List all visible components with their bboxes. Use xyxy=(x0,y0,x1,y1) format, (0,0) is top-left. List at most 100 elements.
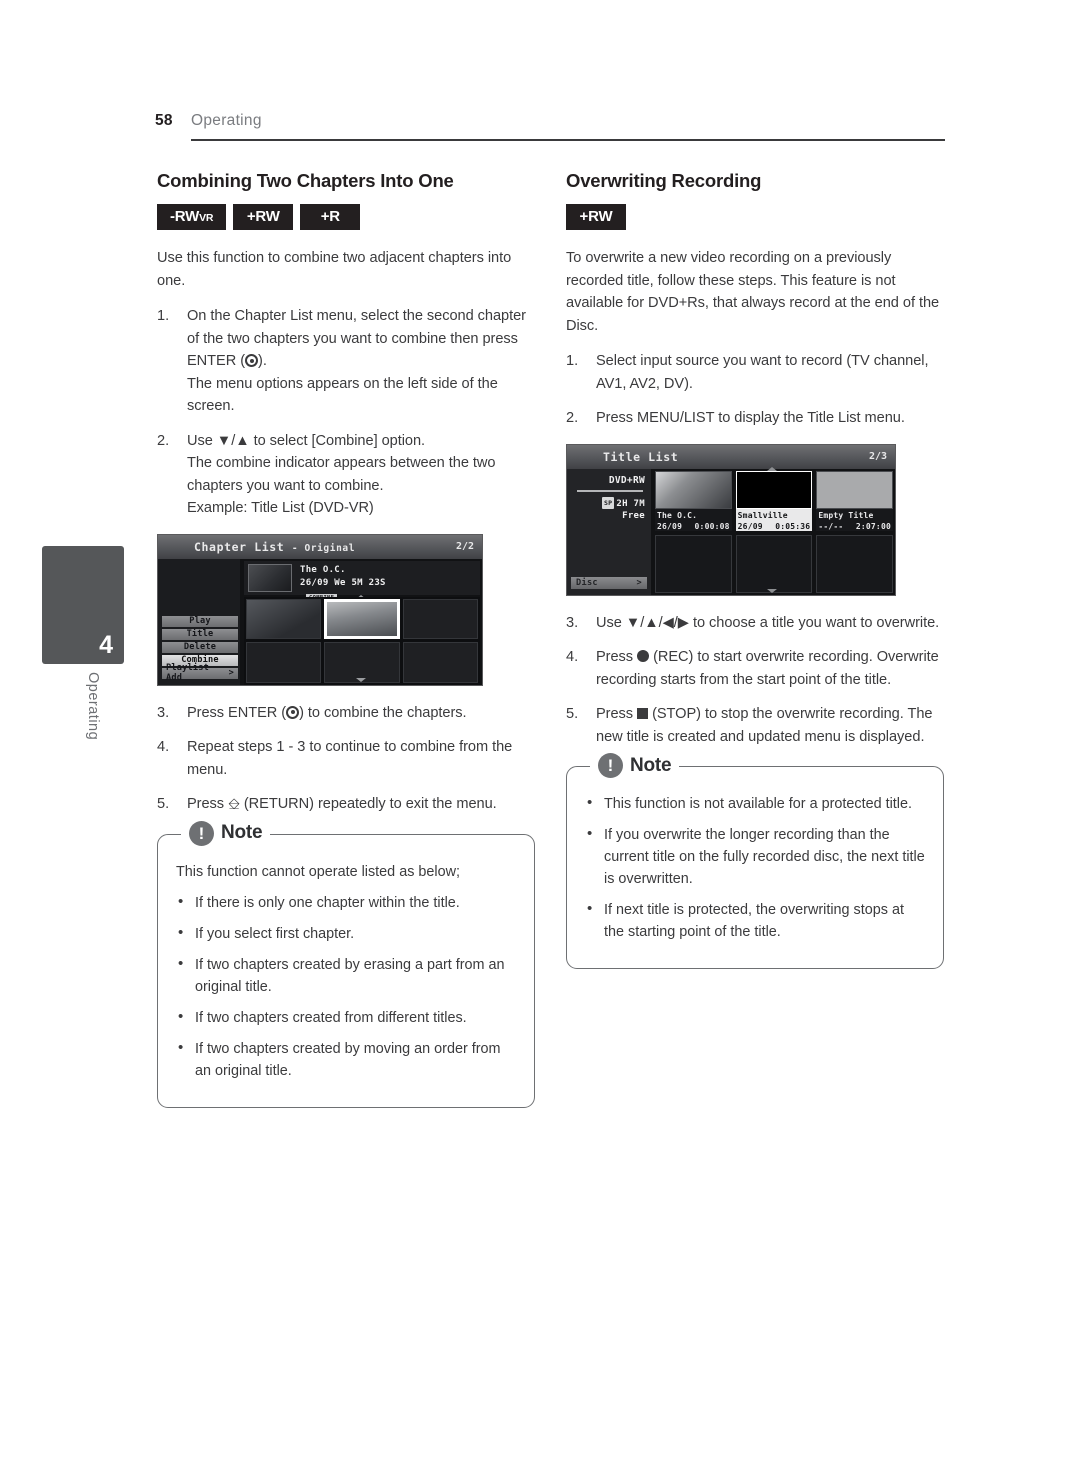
left-step-2-text-a: Use ▼/▲ to select [Combine] option. xyxy=(187,432,426,449)
left-steps-list: 1. On the Chapter List menu, select the … xyxy=(157,305,535,520)
right-step-4-number: 4. xyxy=(566,649,579,665)
right-note-box: ! Note This function is not available fo… xyxy=(566,753,944,969)
menu-item-playlist-add[interactable]: Playlist Add > xyxy=(162,663,238,683)
header-section-label: Operating xyxy=(191,112,262,129)
title-cell-1-label: The O.C. 26/09 0:00:08 xyxy=(655,510,732,532)
chapter-tab-label: Operating xyxy=(85,672,101,741)
right-note-bullet-1: This function is not available for a pro… xyxy=(585,792,925,815)
disc-badge-rwvr-main: -RW xyxy=(170,208,200,225)
menu-item-delete[interactable]: Delete xyxy=(162,641,238,653)
right-note-bullets: This function is not available for a pro… xyxy=(585,792,925,943)
note-exclamation-icon: ! xyxy=(189,820,214,846)
header-divider xyxy=(191,139,945,141)
title-cell-2-thumbnail xyxy=(735,470,813,509)
left-step-5: 5. Press ⎒ (RETURN) repeatedly to exit t… xyxy=(157,793,535,816)
left-step-1: 1. On the Chapter List menu, select the … xyxy=(157,305,535,418)
menu-item-title[interactable]: Title xyxy=(162,628,238,640)
right-note-bullet-2: If you overwrite the longer recording th… xyxy=(585,823,925,890)
left-note-box: ! Note This function cannot operate list… xyxy=(157,820,535,1108)
left-intro-paragraph: Use this function to combine two adjacen… xyxy=(157,250,512,289)
scroll-down-caret-icon[interactable] xyxy=(356,677,366,682)
chapter-thumb-2-selected[interactable] xyxy=(324,598,400,639)
chapter-thumb-5[interactable] xyxy=(324,642,400,683)
chapter-thumb-4[interactable] xyxy=(246,642,322,683)
title-cell-3[interactable]: Empty Title --/-- 2:07:00 xyxy=(816,470,893,532)
title-cell-3-time: 2:07:00 xyxy=(855,521,891,531)
title-cell-1-time: 0:00:08 xyxy=(694,521,730,531)
right-column: Overwriting Recording +RW To overwrite a… xyxy=(566,170,944,969)
right-steps-list: 1. Select input source you want to recor… xyxy=(566,350,944,430)
title-scroll-down-caret-icon[interactable] xyxy=(767,588,777,593)
left-note-title: Note xyxy=(221,822,263,843)
title-list-page-indicator: 2/3 xyxy=(868,450,887,462)
title-list-grid: The O.C. 26/09 0:00:08 Smallville 26/09 … xyxy=(655,470,893,593)
disc-badge-rwvr-sub: VR xyxy=(199,212,214,224)
chapter-list-info-bar: The O.C. 26/09 We 5M 23S xyxy=(244,560,480,595)
menu-item-playlist-add-label: Playlist Add xyxy=(166,663,209,684)
left-note-bullet-2: If you select first chapter. xyxy=(176,922,516,945)
title-cell-2-meta: 26/09 0:05:36 xyxy=(738,521,813,532)
left-column: Combining Two Chapters Into One -RW VR +R… xyxy=(157,170,535,1108)
title-cell-1[interactable]: The O.C. 26/09 0:00:08 xyxy=(655,470,732,532)
left-step-1-number: 1. xyxy=(157,308,170,324)
disc-free-time: 2H 7M xyxy=(616,498,645,509)
title-cell-1-date: 26/09 xyxy=(657,521,683,531)
disc-badge-plusrw-main: +RW xyxy=(246,208,280,225)
left-disc-badges: -RW VR +RW +R xyxy=(157,204,535,230)
chapter-thumb-1[interactable] xyxy=(246,598,322,639)
left-step-3-text-b: ) to combine the chapters. xyxy=(299,704,467,721)
disc-badge-rwvr: -RW VR xyxy=(157,204,227,230)
chapter-list-info-title: The O.C. xyxy=(300,564,346,575)
title-cell-2-label: Smallville 26/09 0:05:36 xyxy=(736,510,813,532)
chapter-thumb-3[interactable] xyxy=(402,598,478,639)
right-step-2-text: Press MENU/LIST to display the Title Lis… xyxy=(596,410,905,426)
return-button-icon: ⎒ xyxy=(228,795,240,813)
left-note-bullet-4: If two chapters created from different t… xyxy=(176,1006,516,1029)
title-list-screenshot: Title List 2/3 DVD+RW SP 2H 7M Free Disc … xyxy=(566,443,896,596)
menu-item-play[interactable]: Play xyxy=(162,615,238,627)
disc-free-line2: Free xyxy=(622,510,645,521)
title-cell-2-name: Smallville xyxy=(737,510,788,520)
disc-type-label: DVD+RW xyxy=(608,474,645,486)
chapter-list-title-main: Chapter List xyxy=(194,539,285,554)
left-step-5-text-b: (RETURN) repeatedly to exit the menu. xyxy=(239,796,497,812)
right-steps-list-continued: 3. Use ▼/▲/◀/▶ to choose a title you wan… xyxy=(566,612,944,749)
right-step-5-text-a: Press xyxy=(596,706,638,722)
page-header: 58 Operating xyxy=(155,112,945,146)
left-step-2: 2. Use ▼/▲ to select [Combine] option. T… xyxy=(157,430,535,520)
title-cell-3-label: Empty Title --/-- 2:07:00 xyxy=(816,510,893,532)
right-disc-badges: +RW xyxy=(566,204,944,230)
left-step-2-text-b: The combine indicator appears between th… xyxy=(187,455,496,494)
title-cell-5-empty[interactable] xyxy=(735,534,813,593)
chapter-list-title-suffix: - Original xyxy=(291,542,356,554)
title-list-side-panel: DVD+RW SP 2H 7M Free Disc > xyxy=(567,468,651,595)
title-cell-1-name: The O.C. xyxy=(657,510,698,520)
title-cell-3-thumbnail xyxy=(816,470,893,509)
chapter-list-context-menu: Play Title Delete Combine Playlist Add > xyxy=(162,615,238,683)
title-list-title: Title List xyxy=(603,449,679,464)
chapter-thumb-6[interactable] xyxy=(402,642,478,683)
page-number: 58 xyxy=(155,112,173,129)
right-step-3-text: Use ▼/▲/◀/▶ to choose a title you want t… xyxy=(596,614,940,631)
left-note-bullet-5: If two chapters created by moving an ord… xyxy=(176,1037,516,1082)
title-cell-1-meta: 26/09 0:00:08 xyxy=(657,521,732,532)
left-step-2-text-c: Example: Title List (DVD-VR) xyxy=(187,500,374,516)
title-cell-6-empty[interactable] xyxy=(816,534,893,593)
right-step-5: 5. Press (STOP) to stop the overwrite re… xyxy=(566,703,944,748)
disc-menu-button[interactable]: Disc > xyxy=(571,576,647,589)
right-step-1: 1. Select input source you want to recor… xyxy=(566,350,944,395)
title-cell-4-empty[interactable] xyxy=(655,534,732,593)
chapter-tab-number: 4 xyxy=(99,631,113,659)
right-note-body: This function is not available for a pro… xyxy=(566,766,944,969)
left-step-2-number: 2. xyxy=(157,432,170,449)
title-cell-2-selected[interactable]: Smallville 26/09 0:05:36 xyxy=(735,470,813,532)
title-cell-3-meta: --/-- 2:07:00 xyxy=(818,521,893,532)
left-step-3-text-a: Press ENTER ( xyxy=(187,704,287,721)
left-step-1-text-a: On the Chapter List menu, select the sec… xyxy=(187,308,526,369)
stop-button-icon xyxy=(637,708,649,719)
left-step-5-text-a: Press xyxy=(187,796,229,812)
disc-badge-plusr: +R xyxy=(300,204,361,230)
chapter-list-info-text: The O.C. 26/09 We 5M 23S xyxy=(300,564,386,590)
left-step-3: 3. Press ENTER () to combine the chapter… xyxy=(157,702,535,725)
left-step-4-number: 4. xyxy=(157,739,170,755)
